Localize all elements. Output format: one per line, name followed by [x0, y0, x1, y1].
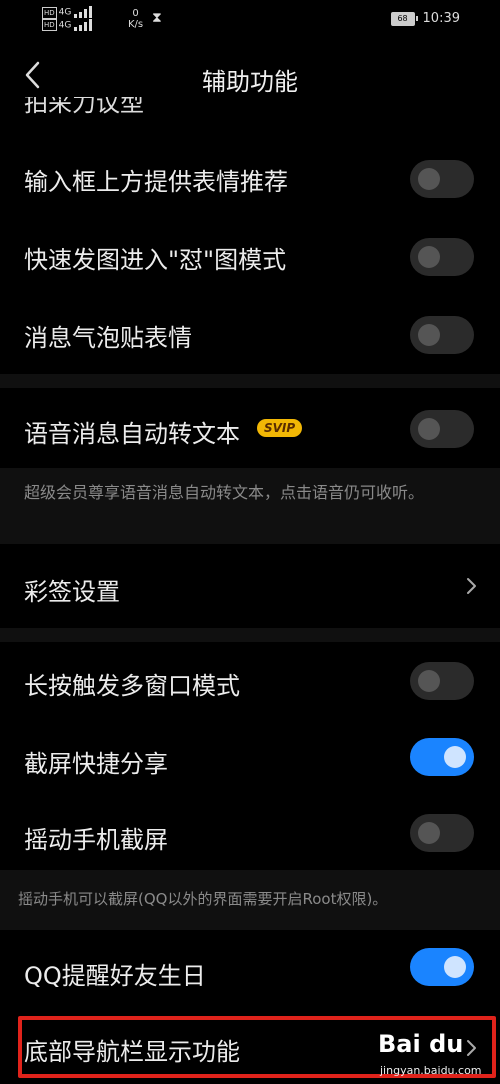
setting-label: QQ提醒好友生日: [24, 962, 206, 990]
partial-row-label: 拍采力议型: [24, 97, 144, 117]
battery-level: 68: [397, 14, 408, 23]
setting-row-birthday[interactable]: QQ提醒好友生日: [0, 930, 500, 1010]
toggle-knob: [418, 168, 440, 190]
setting-label: 消息气泡贴表情: [24, 324, 192, 352]
svip-badge: SVIP: [257, 419, 303, 437]
setting-label: 截屏快捷分享: [24, 750, 168, 778]
net-speed-value: 0: [132, 8, 139, 19]
setting-label: 输入框上方提供表情推荐: [24, 168, 288, 196]
emoji-suggest-toggle[interactable]: [410, 160, 474, 198]
section-divider: [0, 374, 500, 388]
setting-label: 摇动手机截屏: [24, 826, 168, 854]
net-type-1: 4G: [58, 7, 72, 18]
toggle-knob: [418, 324, 440, 346]
net-speed: 0 K/s: [128, 8, 143, 30]
toggle-knob: [444, 956, 466, 978]
bubble-sticker-toggle[interactable]: [410, 316, 474, 354]
setting-row-multiwindow[interactable]: 长按触发多窗口模式: [0, 642, 500, 720]
status-right: 68 10:39: [390, 11, 460, 26]
page-title: 辅助功能: [202, 68, 298, 96]
multiwindow-toggle[interactable]: [410, 662, 474, 700]
signal-icon: [74, 6, 94, 18]
setting-row-voice-to-text[interactable]: 语音消息自动转文本 SVIP: [0, 388, 500, 468]
toggle-knob: [418, 670, 440, 692]
clock: 10:39: [422, 11, 460, 26]
chevron-right-icon: [467, 578, 476, 594]
toggle-knob: [444, 746, 466, 768]
toggle-knob: [418, 822, 440, 844]
shake-screenshot-toggle[interactable]: [410, 814, 474, 852]
signal-icon: [74, 18, 94, 31]
toggle-knob: [418, 246, 440, 268]
hourglass-icon: ⧗: [152, 10, 162, 26]
signal-group: HD 4G HD 4G: [42, 6, 94, 31]
toggle-knob: [418, 418, 440, 440]
battery-icon: 68: [390, 11, 418, 26]
watermark-logo: Bai du: [378, 1030, 464, 1058]
section-divider: [0, 628, 500, 642]
screenshot-share-toggle[interactable]: [410, 738, 474, 776]
shake-note: 摇动手机可以截屏(QQ以外的界面需要开启Root权限)。: [18, 890, 388, 908]
setting-label: 快速发图进入"怼"图模式: [24, 246, 287, 274]
hd-badge-1: HD: [42, 6, 57, 19]
setting-row-emoji-suggest[interactable]: 输入框上方提供表情推荐: [0, 140, 500, 218]
hd-badge-2: HD: [42, 19, 57, 31]
watermark-url: jingyan.baidu.com: [380, 1064, 482, 1077]
setting-label: 长按触发多窗口模式: [24, 672, 240, 700]
voice-to-text-toggle[interactable]: [410, 410, 474, 448]
net-speed-unit: K/s: [128, 19, 144, 30]
setting-label: 彩签设置: [24, 578, 120, 606]
setting-label: 语音消息自动转文本: [24, 420, 240, 448]
setting-row-color-tag[interactable]: 彩签设置: [0, 544, 500, 628]
svip-note: 超级会员尊享语音消息自动转文本，点击语音仍可收听。: [24, 483, 425, 502]
quick-image-toggle[interactable]: [410, 238, 474, 276]
watermark: Bai du jingyan.baidu.com: [378, 1026, 498, 1082]
setting-row-shake-screenshot[interactable]: 摇动手机截屏: [0, 798, 500, 870]
birthday-toggle[interactable]: [410, 948, 474, 986]
status-bar: HD 4G HD 4G 0 K/s ⧗ 68 10:39: [0, 0, 500, 44]
net-type-2: 4G: [58, 20, 72, 30]
setting-row-screenshot-share[interactable]: 截屏快捷分享: [0, 720, 500, 798]
setting-row-bubble-sticker[interactable]: 消息气泡贴表情: [0, 296, 500, 374]
setting-row-quick-image[interactable]: 快速发图进入"怼"图模式: [0, 218, 500, 296]
